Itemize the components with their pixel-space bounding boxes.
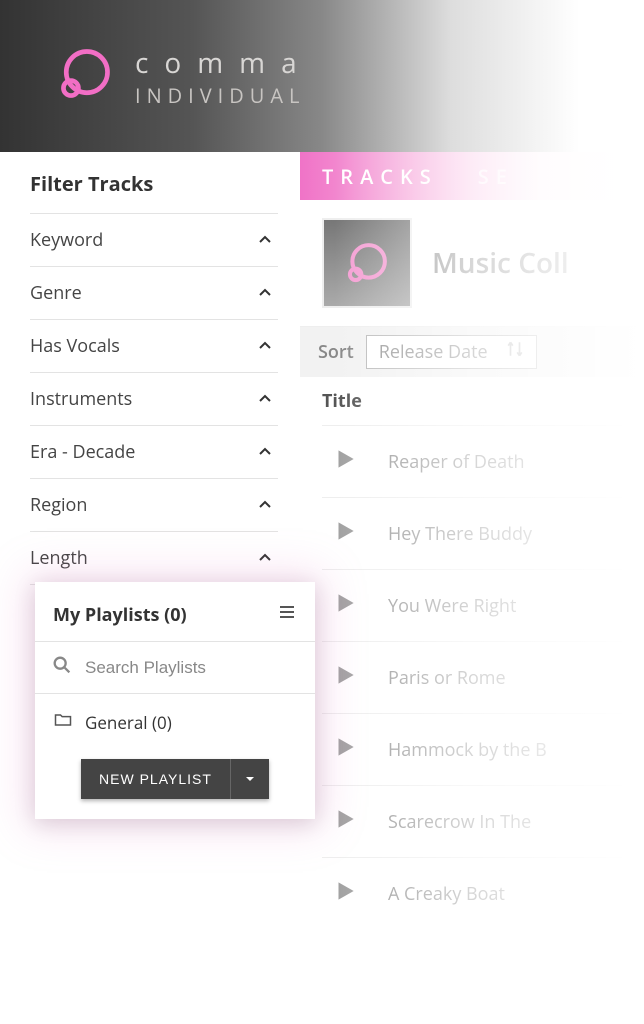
search-icon xyxy=(51,654,73,681)
logo-icon xyxy=(55,44,115,109)
folder-icon xyxy=(53,710,73,735)
sort-icon xyxy=(506,340,524,364)
playlists-search-input[interactable] xyxy=(85,658,299,678)
filter-region[interactable]: Region xyxy=(30,479,278,532)
track-row[interactable]: Reaper of Death xyxy=(322,425,622,497)
sort-select[interactable]: Release Date xyxy=(366,335,537,369)
filter-label: Genre xyxy=(30,281,82,305)
logo-wrap: comma INDIVIDUAL xyxy=(55,44,313,109)
track-title: Hey There Buddy xyxy=(388,522,532,546)
app-header: comma INDIVIDUAL xyxy=(0,0,644,152)
main-content: TRACKS SE Music Coll Sort Release Date T… xyxy=(300,152,644,1024)
chevron-up-icon xyxy=(256,390,274,408)
track-title: You Were Right xyxy=(388,594,516,618)
play-icon[interactable] xyxy=(332,590,358,621)
play-icon[interactable] xyxy=(332,806,358,837)
collection-title: Music Coll xyxy=(432,244,569,282)
tab-second[interactable]: SE xyxy=(478,163,514,190)
sort-label: Sort xyxy=(318,340,354,364)
filter-length[interactable]: Length xyxy=(30,532,278,585)
filter-genre[interactable]: Genre xyxy=(30,267,278,320)
track-title: Paris or Rome xyxy=(388,666,506,690)
sidebar-title: Filter Tracks xyxy=(30,170,278,214)
sort-bar: Sort Release Date xyxy=(300,327,644,377)
track-list: Reaper of Death Hey There Buddy You Were… xyxy=(300,425,644,929)
filter-keyword[interactable]: Keyword xyxy=(30,214,278,267)
chevron-up-icon xyxy=(256,443,274,461)
track-row[interactable]: Paris or Rome xyxy=(322,641,622,713)
column-title: Title xyxy=(300,377,644,425)
menu-icon[interactable] xyxy=(277,602,297,627)
playlist-folder-label: General (0) xyxy=(85,711,172,734)
track-row[interactable]: Hey There Buddy xyxy=(322,497,622,569)
play-icon[interactable] xyxy=(332,518,358,549)
play-icon[interactable] xyxy=(332,878,358,909)
track-title: A Creaky Boat xyxy=(388,882,505,906)
playlists-panel: My Playlists (0) General (0) NEW PLAYLIS… xyxy=(35,582,315,819)
filter-label: Era - Decade xyxy=(30,440,135,464)
track-title: Scarecrow In The xyxy=(388,810,531,834)
brand-name: comma xyxy=(135,44,313,82)
chevron-up-icon xyxy=(256,549,274,567)
top-tabs: TRACKS SE xyxy=(300,152,644,200)
play-icon[interactable] xyxy=(332,662,358,693)
filter-label: Instruments xyxy=(30,387,132,411)
filter-label: Region xyxy=(30,493,87,517)
chevron-up-icon xyxy=(256,496,274,514)
collection-header: Music Coll xyxy=(300,200,644,327)
track-row[interactable]: Scarecrow In The xyxy=(322,785,622,857)
tab-tracks[interactable]: TRACKS xyxy=(322,163,438,190)
filter-instruments[interactable]: Instruments xyxy=(30,373,278,426)
filter-label: Has Vocals xyxy=(30,334,120,358)
filter-has-vocals[interactable]: Has Vocals xyxy=(30,320,278,373)
new-playlist-button[interactable]: NEW PLAYLIST xyxy=(81,759,230,799)
filter-era-decade[interactable]: Era - Decade xyxy=(30,426,278,479)
sort-value: Release Date xyxy=(379,340,488,364)
playlist-actions: NEW PLAYLIST xyxy=(35,751,315,819)
playlists-header: My Playlists (0) xyxy=(35,582,315,642)
playlists-search xyxy=(35,642,315,694)
track-row[interactable]: You Were Right xyxy=(322,569,622,641)
chevron-up-icon xyxy=(256,337,274,355)
filter-label: Keyword xyxy=(30,228,103,252)
track-title: Reaper of Death xyxy=(388,450,525,474)
chevron-up-icon xyxy=(256,231,274,249)
playlists-title: My Playlists (0) xyxy=(53,603,187,627)
track-row[interactable]: A Creaky Boat xyxy=(322,857,622,929)
track-row[interactable]: Hammock by the B xyxy=(322,713,622,785)
play-icon[interactable] xyxy=(332,734,358,765)
play-icon[interactable] xyxy=(332,446,358,477)
new-playlist-dropdown[interactable] xyxy=(230,759,269,799)
track-title: Hammock by the B xyxy=(388,738,547,762)
chevron-up-icon xyxy=(256,284,274,302)
playlist-folder-general[interactable]: General (0) xyxy=(35,694,315,751)
filter-label: Length xyxy=(30,546,88,570)
brand-tier: INDIVIDUAL xyxy=(135,82,313,109)
collection-thumbnail xyxy=(322,218,412,308)
